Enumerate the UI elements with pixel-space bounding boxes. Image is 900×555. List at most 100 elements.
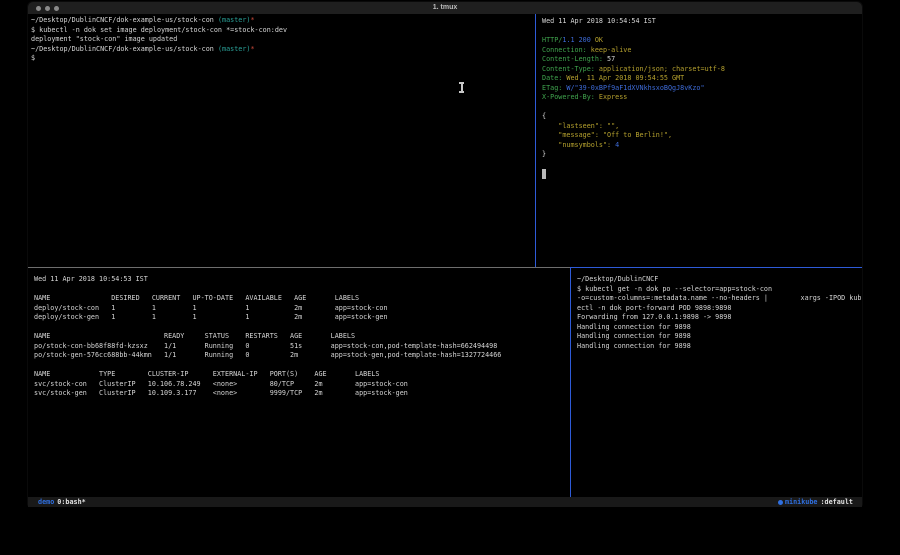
terminal-text: NAME TYPE CLUSTER-IP EXTERNAL-IP PORT(S)… — [34, 370, 379, 378]
terminal-text: -o=custom-columns=:metadata.name --no-he… — [577, 294, 861, 302]
terminal-text: (master) — [218, 45, 251, 53]
terminal-line: $ kubectl -n dok set image deployment/st… — [31, 26, 535, 36]
terminal-line — [542, 27, 862, 37]
terminal-text: (master) — [218, 16, 251, 24]
terminal-line: Handling connection for 9898 — [577, 342, 862, 352]
kube-status: minikube — [778, 498, 818, 506]
terminal-text: $ — [31, 54, 35, 62]
ibeam-part — [459, 91, 464, 93]
terminal-line: } — [542, 150, 862, 160]
terminal-line: Connection: keep-alive — [542, 46, 862, 56]
terminal-line: Wed 11 Apr 2018 10:54:54 IST — [542, 17, 862, 27]
terminal-line — [542, 169, 862, 179]
terminal-text: application/json; charset=utf-8 — [595, 65, 725, 73]
terminal-text: HTTP/ — [542, 36, 562, 44]
window-tab-bash[interactable]: 0:bash* — [57, 498, 85, 506]
terminal-text: NAME READY STATUS RESTARTS AGE LABELS — [34, 332, 355, 340]
terminal-text: Date: — [542, 74, 562, 82]
terminal-line: Wed 11 Apr 2018 10:54:53 IST — [34, 275, 570, 285]
terminal-line: NAME TYPE CLUSTER-IP EXTERNAL-IP PORT(S)… — [34, 370, 570, 380]
terminal-text: deploy/stock-con 1 1 1 1 2m app=stock-co… — [34, 304, 388, 312]
terminal-line: NAME DESIRED CURRENT UP-TO-DATE AVAILABL… — [34, 294, 570, 304]
terminal-text: "numsymbols": — [542, 141, 615, 149]
terminal-line: "lastseen": "", — [542, 122, 862, 132]
terminal-text: * — [250, 16, 254, 24]
tmux-pane-grid: ~/Desktop/DublinCNCF/dok-example-us/stoc… — [28, 14, 862, 497]
terminal-text: Content-Type: — [542, 65, 595, 73]
terminal-line: po/stock-con-bb68f88fd-kzsxz 1/1 Running… — [34, 342, 570, 352]
terminal-text: W/"39-0xBPf9aF1dXVNkhsxoBQgJ8vKzo" — [562, 84, 704, 92]
terminal-line: deploy/stock-con 1 1 1 1 2m app=stock-co… — [34, 304, 570, 314]
terminal-text: Wed, 11 Apr 2018 09:54:55 GMT — [562, 74, 684, 82]
terminal-text: 1.1 200 — [562, 36, 590, 44]
terminal-line: svc/stock-con ClusterIP 10.106.78.249 <n… — [34, 380, 570, 390]
terminal-line: $ — [31, 54, 535, 64]
terminal-text: Handling connection for 9898 — [577, 323, 691, 331]
terminal-text: "lastseen": "", — [542, 122, 619, 130]
terminal-line: Handling connection for 9898 — [577, 332, 862, 342]
terminal-text: Forwarding from 127.0.0.1:9898 -> 9898 — [577, 313, 731, 321]
terminal-text: Express — [595, 93, 628, 101]
terminal-text: { — [542, 112, 546, 120]
terminal-line — [34, 323, 570, 333]
kube-namespace: :default — [820, 498, 853, 506]
terminal-text: } — [542, 150, 546, 158]
terminal-line: Forwarding from 127.0.0.1:9898 -> 9898 — [577, 313, 862, 323]
terminal-text: X-Powered-By: — [542, 93, 595, 101]
terminal-text: po/stock-gen-576cc688bb-44kmn 1/1 Runnin… — [34, 351, 501, 359]
terminal-text: Handling connection for 9898 — [577, 342, 691, 350]
window-title: 1. tmux — [28, 2, 862, 14]
terminal-text: svc/stock-gen ClusterIP 10.109.3.177 <no… — [34, 389, 408, 397]
terminal-line: po/stock-gen-576cc688bb-44kmn 1/1 Runnin… — [34, 351, 570, 361]
terminal-line: Date: Wed, 11 Apr 2018 09:54:55 GMT — [542, 74, 862, 84]
pane-bottom-right-port-forward[interactable]: ~/Desktop/DublinCNCF$ kubectl get -n dok… — [571, 268, 862, 497]
kube-context: minikube — [785, 498, 818, 506]
terminal-line: { — [542, 112, 862, 122]
mouse-cursor-ibeam — [459, 82, 464, 93]
terminal-line: "message": "Off to Berlin!", — [542, 131, 862, 141]
terminal-text: Wed 11 Apr 2018 10:54:53 IST — [34, 275, 148, 283]
terminal-line: svc/stock-gen ClusterIP 10.109.3.177 <no… — [34, 389, 570, 399]
terminal-text: "message": "Off to Berlin!", — [542, 131, 672, 139]
pane-top-right-http-response[interactable]: Wed 11 Apr 2018 10:54:54 IST HTTP/1.1 20… — [536, 14, 862, 267]
terminal-text: keep-alive — [587, 46, 632, 54]
terminal-text: ~/Desktop/DublinCNCF/dok-example-us/stoc… — [31, 45, 218, 53]
terminal-text: deploy/stock-gen 1 1 1 1 2m app=stock-ge… — [34, 313, 388, 321]
terminal-text: po/stock-con-bb68f88fd-kzsxz 1/1 Running… — [34, 342, 497, 350]
session-name: demo — [38, 498, 54, 506]
terminal-text: $ kubectl -n dok set image deployment/st… — [31, 26, 287, 34]
terminal-window: 1. tmux ~/Desktop/DublinCNCF/dok-example… — [28, 2, 862, 506]
terminal-text: * — [250, 45, 254, 53]
terminal-line: Handling connection for 9898 — [577, 323, 862, 333]
terminal-line: X-Powered-By: Express — [542, 93, 862, 103]
terminal-text: deployment "stock-con" image updated — [31, 35, 177, 43]
terminal-text: 4 — [615, 141, 619, 149]
tmux-status-bar: demo 0:bash* minikube:default — [28, 497, 862, 507]
terminal-text: OK — [595, 36, 603, 44]
terminal-text: NAME DESIRED CURRENT UP-TO-DATE AVAILABL… — [34, 294, 359, 302]
terminal-line: deploy/stock-gen 1 1 1 1 2m app=stock-ge… — [34, 313, 570, 323]
terminal-line: HTTP/1.1 200 OK — [542, 36, 862, 46]
terminal-text: Handling connection for 9898 — [577, 332, 691, 340]
status-left: demo 0:bash* — [38, 498, 86, 506]
terminal-line: NAME READY STATUS RESTARTS AGE LABELS — [34, 332, 570, 342]
terminal-text: Content-Length: — [542, 55, 603, 63]
pane-bottom-left-kubectl-get[interactable]: Wed 11 Apr 2018 10:54:53 IST NAME DESIRE… — [28, 268, 570, 497]
status-right: minikube:default — [778, 498, 853, 506]
pane-top-left-shell[interactable]: ~/Desktop/DublinCNCF/dok-example-us/stoc… — [28, 14, 535, 267]
terminal-text: svc/stock-con ClusterIP 10.106.78.249 <n… — [34, 380, 408, 388]
terminal-line: Content-Length: 57 — [542, 55, 862, 65]
terminal-line: deployment "stock-con" image updated — [31, 35, 535, 45]
terminal-text: ~/Desktop/DublinCNCF/dok-example-us/stoc… — [31, 16, 218, 24]
terminal-text: 57 — [603, 55, 615, 63]
terminal-line: ~/Desktop/DublinCNCF — [577, 275, 862, 285]
terminal-line — [34, 361, 570, 371]
window-titlebar[interactable]: 1. tmux — [28, 2, 862, 14]
kubernetes-helm-icon — [778, 500, 783, 505]
terminal-line — [34, 285, 570, 295]
terminal-line: Content-Type: application/json; charset=… — [542, 65, 862, 75]
terminal-text: ectl -n dok port-forward POD 9898:9898 — [577, 304, 731, 312]
terminal-line: ~/Desktop/DublinCNCF/dok-example-us/stoc… — [31, 16, 535, 26]
terminal-text: $ kubectl get -n dok po --selector=app=s… — [577, 285, 772, 293]
terminal-line — [542, 160, 862, 170]
